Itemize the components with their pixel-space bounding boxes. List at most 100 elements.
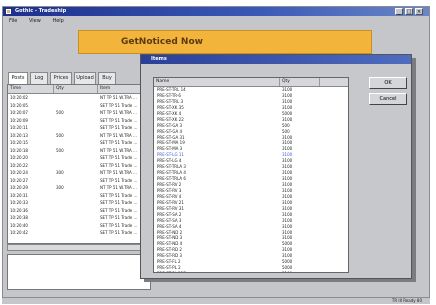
- title-bar[interactable]: Gothic - Tradeship: [3, 7, 429, 16]
- cell-time: 10:20:24: [10, 170, 28, 175]
- horizontal-scrollbar[interactable]: [7, 244, 151, 251]
- cell-item: NT TP 51 W.TRA ...: [100, 132, 137, 138]
- cell-qty: 300: [56, 185, 64, 190]
- cell-time: 10:20:20: [10, 155, 28, 160]
- col-name[interactable]: Name: [154, 78, 280, 86]
- table-row[interactable]: 10:20:33 SET TP 51 Trade ...: [8, 199, 150, 207]
- cell-time: 10:20:18: [10, 147, 28, 153]
- table-row[interactable]: 10:20:09 SET TP 51 Trade ...: [8, 117, 150, 125]
- cell-time: 10:20:05: [10, 102, 28, 108]
- table-row[interactable]: 10:20:38 SET TP 51 Trade ...: [8, 214, 150, 222]
- cell-item: NT TP 51 W.TRA ...: [100, 95, 137, 100]
- cell-item: SET TP 51 Trade ...: [100, 162, 138, 168]
- list-item[interactable]: PRE-ST-PL 227 3100: [154, 271, 348, 272]
- log-panel[interactable]: [7, 254, 151, 290]
- cell-item: SET TP 51 Trade ...: [100, 177, 138, 183]
- table-row[interactable]: 10:20:27 SET TP 51 Trade ...: [8, 177, 150, 185]
- cell-qty: 500: [56, 110, 64, 115]
- cell-item: SET TP 51 Trade ...: [100, 200, 138, 205]
- tab-posts[interactable]: Posts: [8, 72, 28, 84]
- cell-time: 10:20:29: [10, 185, 28, 190]
- cell-time: 10:20:15: [10, 140, 28, 145]
- items-dialog: Items Name Qty PRE-ST-TRL 14 3100 PRE-ST-T…: [140, 54, 412, 279]
- cell-time: 10:20:31: [10, 192, 28, 198]
- table-row[interactable]: 10:20:40 SET TP 51 Trade ...: [8, 222, 150, 230]
- dialog-list-header: Name Qty: [154, 78, 348, 87]
- table-row[interactable]: 10:20:22 SET TP 51 Trade ...: [8, 162, 150, 170]
- cell-item: NT TP 51 W.TRA ...: [100, 110, 137, 115]
- maximize-icon[interactable]: □: [405, 8, 413, 15]
- trade-list[interactable]: Time Qty Item 10:20:02 NT TP 51 W.TRA ...…: [7, 84, 151, 244]
- cell-item: NT TP 51 W.TRA ...: [100, 185, 137, 190]
- window-title: Gothic - Tradeship: [15, 8, 67, 14]
- status-text: TR III Ready 80: [391, 298, 422, 303]
- table-row[interactable]: 10:20:36 SET TP 51 Trade ...: [8, 207, 150, 215]
- table-row[interactable]: 10:20:20 SET TP 51 Trade ...: [8, 154, 150, 162]
- cell-item: NT TP 51 W.TRA ...: [100, 147, 137, 153]
- cell-time: 10:20:40: [10, 222, 28, 228]
- ad-banner[interactable]: GetNoticed Now: [78, 30, 372, 54]
- menu-file[interactable]: File: [9, 18, 17, 24]
- table-row[interactable]: 10:20:18 500 NT TP 51 W.TRA ...: [8, 147, 150, 155]
- tab-buy[interactable]: Buy: [98, 72, 116, 84]
- table-row[interactable]: 10:20:07 500 NT TP 51 W.TRA ...: [8, 109, 150, 117]
- dialog-title: Items: [151, 56, 167, 62]
- cell-qty: 300: [56, 170, 64, 175]
- list-body: 10:20:02 NT TP 51 W.TRA ... 10:20:05 SET TP…: [8, 94, 150, 237]
- dialog-item-list[interactable]: Name Qty PRE-ST-TRL 14 3100 PRE-ST-TR-6 310…: [153, 77, 349, 273]
- dialog-title-bar[interactable]: Items: [141, 55, 411, 64]
- table-row[interactable]: 10:20:02 NT TP 51 W.TRA ...: [8, 94, 150, 102]
- cell-item: SET TP 51 Trade ...: [100, 140, 138, 145]
- cell-time: 10:20:13: [10, 132, 28, 138]
- window-app-icon: [6, 9, 11, 14]
- cell-time: 10:20:02: [10, 95, 28, 100]
- cell-time: 10:20:07: [10, 110, 28, 115]
- col-qty-dialog[interactable]: Qty: [280, 78, 320, 86]
- menu-view[interactable]: View: [29, 18, 41, 24]
- table-row[interactable]: 10:20:42 SET TP 51 Trade ...: [8, 229, 150, 237]
- ok-button[interactable]: OK: [369, 77, 407, 89]
- table-row[interactable]: 10:20:11 SET TP 51 Trade ...: [8, 124, 150, 132]
- cell-time: 10:20:22: [10, 162, 28, 168]
- table-row[interactable]: 10:20:05 SET TP 51 Trade ...: [8, 102, 150, 110]
- cell-item: SET TP 51 Trade ...: [100, 155, 138, 160]
- col-time[interactable]: Time: [8, 85, 54, 93]
- cell-qty: 500: [56, 132, 64, 138]
- cell-time: 10:20:11: [10, 125, 28, 130]
- item-name: PRE-ST-PL 227: [157, 271, 186, 272]
- close-icon[interactable]: ×: [415, 8, 423, 15]
- status-bar: TR III Ready 80: [2, 298, 430, 304]
- dialog-list-body: PRE-ST-TRL 14 3100 PRE-ST-TR-6 3100 PRE-ST-T…: [154, 87, 348, 272]
- minimize-icon[interactable]: _: [395, 8, 403, 15]
- item-qty: 3100: [282, 271, 292, 272]
- cell-time: 10:20:33: [10, 200, 28, 205]
- banner-text: GetNoticed Now: [121, 37, 203, 47]
- cell-item: SET TP 51 Trade ...: [100, 215, 138, 220]
- table-row[interactable]: 10:20:31 SET TP 51 Trade ...: [8, 192, 150, 200]
- table-row[interactable]: 10:20:24 300 NT TP 51 W.TRA ...: [8, 169, 150, 177]
- cell-time: 10:20:38: [10, 215, 28, 220]
- tab-log[interactable]: Log: [30, 72, 48, 84]
- menu-bar: File View Help: [3, 17, 429, 25]
- tab-upload[interactable]: Upload: [74, 72, 96, 84]
- list-header: Time Qty Item: [8, 85, 150, 94]
- cell-item: SET TP 51 Trade ...: [100, 102, 138, 108]
- cell-time: 10:20:09: [10, 117, 28, 123]
- table-row[interactable]: 10:20:15 SET TP 51 Trade ...: [8, 139, 150, 147]
- cell-item: SET TP 51 Trade ...: [100, 222, 138, 228]
- table-row[interactable]: 10:20:13 500 NT TP 51 W.TRA ...: [8, 132, 150, 140]
- table-row[interactable]: 10:20:29 300 NT TP 51 W.TRA ...: [8, 184, 150, 192]
- cell-item: SET TP 51 Trade ...: [100, 125, 138, 130]
- cell-qty: 500: [56, 147, 64, 153]
- cell-item: SET TP 51 Trade ...: [100, 117, 138, 123]
- cell-time: 10:20:27: [10, 177, 28, 183]
- cell-item: SET TP 51 Trade ...: [100, 192, 138, 198]
- tab-prices[interactable]: Prices: [50, 72, 72, 84]
- cell-time: 10:20:36: [10, 207, 28, 213]
- col-qty[interactable]: Qty: [54, 85, 98, 93]
- menu-help[interactable]: Help: [52, 18, 63, 24]
- cell-time: 10:20:42: [10, 230, 28, 235]
- cell-item: NT TP 51 W.TRA ...: [100, 170, 137, 175]
- cancel-button[interactable]: Cancel: [369, 93, 407, 105]
- cell-item: SET TP 51 Trade ...: [100, 230, 138, 235]
